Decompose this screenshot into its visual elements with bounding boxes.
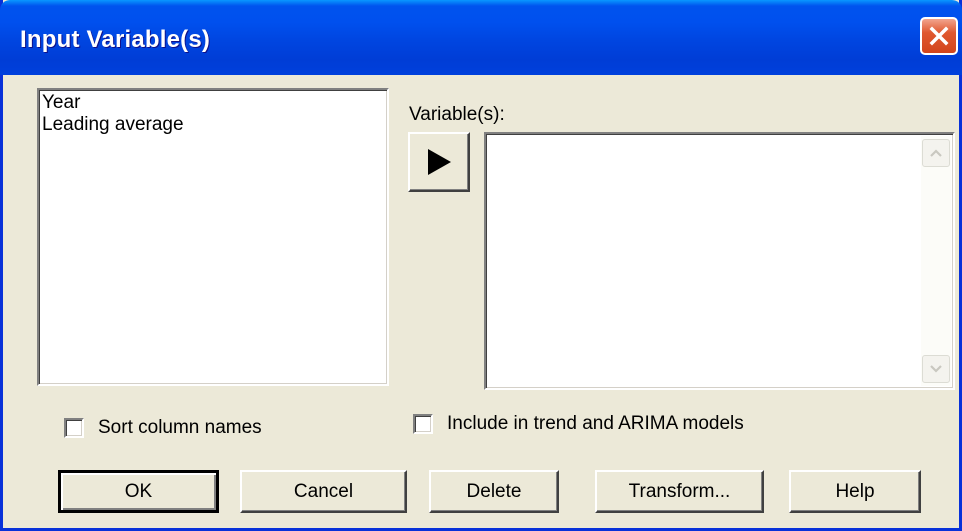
include-trend-arima-checkbox[interactable] (413, 414, 433, 434)
close-button[interactable] (920, 17, 958, 55)
dialog-title: Input Variable(s) (20, 26, 211, 53)
chevron-up-icon (930, 149, 942, 157)
sort-column-names-label[interactable]: Sort column names (98, 417, 262, 439)
chevron-down-icon (930, 365, 942, 373)
add-variable-button[interactable] (408, 132, 470, 192)
variables-list-content[interactable] (488, 136, 920, 386)
variables-scrollbar[interactable] (921, 136, 951, 386)
sort-column-names-option[interactable]: Sort column names (64, 417, 262, 439)
scroll-up-button[interactable] (922, 139, 950, 167)
scroll-down-button[interactable] (922, 355, 950, 383)
sort-column-names-checkbox[interactable] (64, 418, 84, 438)
variables-label: Variable(s): (409, 104, 505, 125)
input-variables-dialog: Input Variable(s) Year Leading average V… (0, 0, 962, 531)
cancel-button[interactable]: Cancel (240, 470, 407, 513)
right-triangle-arrow-icon (428, 149, 451, 175)
include-trend-arima-label[interactable]: Include in trend and ARIMA models (447, 413, 744, 435)
list-item[interactable]: Year (42, 92, 387, 114)
close-icon (929, 26, 949, 46)
title-bar[interactable]: Input Variable(s) (0, 0, 962, 75)
list-item[interactable]: Leading average (42, 114, 387, 136)
transform-button[interactable]: Transform... (595, 470, 764, 513)
source-columns-list[interactable]: Year Leading average (37, 88, 389, 386)
variables-list[interactable] (484, 132, 955, 390)
help-button[interactable]: Help (789, 470, 921, 513)
delete-button[interactable]: Delete (429, 470, 559, 513)
ok-button[interactable]: OK (58, 470, 219, 513)
include-trend-arima-option[interactable]: Include in trend and ARIMA models (413, 413, 744, 435)
